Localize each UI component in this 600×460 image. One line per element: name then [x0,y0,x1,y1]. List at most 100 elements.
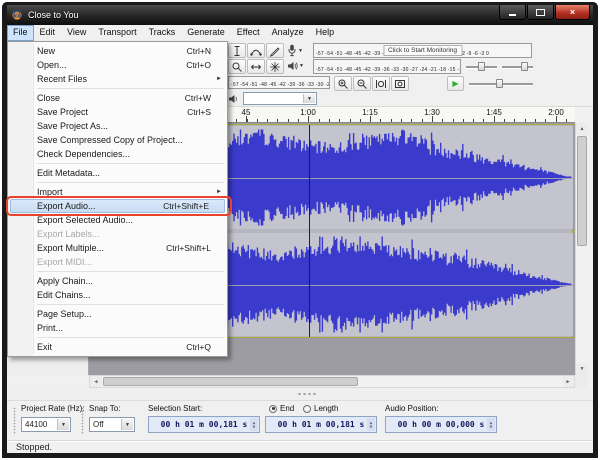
menu-tracks[interactable]: Tracks [143,25,182,41]
snap-to-label: Snap To: [89,404,121,413]
slider-thumb[interactable] [496,79,503,88]
multi-tool-button[interactable] [266,59,284,74]
menu-transport[interactable]: Transport [92,25,142,41]
fit-selection-button[interactable] [372,76,390,91]
envelope-icon [250,49,262,56]
menu-generate[interactable]: Generate [181,25,231,41]
end-radio[interactable]: End [269,404,294,413]
menu-item-label: Export Selected Audio... [37,215,134,225]
ruler-minor-tick [473,119,475,122]
menu-item-edit-chains[interactable]: Edit Chains... [8,288,227,302]
slider-thumb[interactable] [521,62,528,71]
record-meter-menu[interactable]: ▼ [287,44,303,57]
time-spinner[interactable]: ▲ ▼ [367,418,375,431]
snap-to-select[interactable]: Off ▼ [89,417,135,432]
menu-item-import[interactable]: Import ► [8,185,227,199]
length-radio[interactable]: Length [303,404,338,413]
menu-item-print[interactable]: Print... [8,321,227,335]
menu-item-close[interactable]: Close Ctrl+W [8,91,227,105]
menu-item-save-compressed-copy-of-project[interactable]: Save Compressed Copy of Project... [8,133,227,147]
selection-end-field[interactable]: 00 h 01 m 00,181 s ▲ ▼ [265,416,377,433]
menu-item-new[interactable]: New Ctrl+N [8,44,227,58]
menu-item-recent-files[interactable]: Recent Files ► [8,72,227,86]
horizontal-scrollbar[interactable]: ◄ ► [89,375,575,388]
toolbar-gripper[interactable] [81,407,84,435]
fit-project-icon [395,79,405,88]
output-device-select[interactable]: ▼ [243,92,317,105]
menu-analyze[interactable]: Analyze [266,25,310,41]
menu-item-shortcut: Ctrl+Shift+L [166,243,211,253]
ruler-minor-tick [504,119,505,122]
scroll-right-button[interactable]: ► [562,376,574,387]
vertical-scroll-thumb[interactable] [577,136,587,246]
menu-item-edit-metadata[interactable]: Edit Metadata... [8,166,227,180]
menu-item-save-project-as[interactable]: Save Project As... [8,119,227,133]
fit-project-button[interactable] [391,76,409,91]
menu-bar: File Edit View Transport Tracks Generate Effec… [7,25,593,42]
playback-speed-slider[interactable] [468,76,534,91]
zoom-tool-button[interactable] [228,59,246,74]
menu-item-exit[interactable]: Exit Ctrl+Q [8,340,227,354]
titlebar[interactable]: Close to You × [7,5,593,25]
menu-item-label: Import [37,187,63,197]
menu-item-export-selected-audio[interactable]: Export Selected Audio... [8,213,227,227]
envelope-tool-button[interactable] [247,43,265,58]
draw-tool-button[interactable] [266,43,284,58]
input-volume-slider[interactable] [465,59,498,74]
horizontal-scroll-thumb[interactable] [103,377,358,386]
menu-item-label: Print... [37,323,64,333]
scroll-left-button[interactable]: ◄ [90,376,102,387]
ruler-minor-tick [339,119,341,122]
spinner-down-icon: ▼ [369,423,373,429]
menu-item-shortcut: Ctrl+W [184,93,211,103]
playback-meter[interactable]: -57 -54 -51 -48 -45 -42 -39 -36 -33 -30 … [313,59,461,74]
dropdown-arrow-icon: ▼ [299,63,304,69]
menu-item-export-audio[interactable]: Export Audio... Ctrl+Shift+E [6,196,232,216]
ruler-minor-tick [524,119,526,122]
menu-effect[interactable]: Effect [231,25,266,41]
file-menu: New Ctrl+N Open... Ctrl+O Recent Files ► Close… [6,41,232,357]
ruler-minor-tick [390,119,392,122]
ruler-minor-tick [349,119,351,122]
timeshift-tool-button[interactable] [247,59,265,74]
audacity-window: Close to You × File Edit View Transport Trac… [2,2,598,458]
record-meter[interactable]: -57 -54 -51 -48 -45 -42 -39 -36 -33 -30 … [313,43,532,58]
menu-item-export-multiple[interactable]: Export Multiple... Ctrl+Shift+L [8,241,227,255]
menu-item-page-setup[interactable]: Page Setup... [8,307,227,321]
time-spinner[interactable]: ▲ ▼ [250,418,258,431]
selection-tool-button[interactable] [228,43,246,58]
zoom-out-icon [357,79,367,89]
menu-item-label: Edit Metadata... [37,168,101,178]
maximize-button[interactable] [527,5,554,20]
menu-item-open[interactable]: Open... Ctrl+O [8,58,227,72]
zoom-in-button[interactable] [334,76,352,91]
end-radio-label: End [280,404,295,413]
menu-file[interactable]: File [7,25,34,41]
scroll-down-button[interactable]: ▼ [576,363,588,375]
menu-item-check-dependencies[interactable]: Check Dependencies... [8,147,227,161]
menu-item-apply-chain[interactable]: Apply Chain... [8,274,227,288]
minimize-button[interactable] [499,5,526,20]
audio-position-field[interactable]: 00 h 00 m 00,000 s ▲ ▼ [385,416,497,433]
selection-start-field[interactable]: 00 h 01 m 00,181 s ▲ ▼ [148,416,260,433]
menu-help[interactable]: Help [310,25,341,41]
zoom-out-button[interactable] [353,76,371,91]
ruler-minor-tick [565,119,567,122]
slider-thumb[interactable] [478,62,485,71]
monitoring-button[interactable]: Click to Start Monitoring [383,45,462,56]
time-spinner[interactable]: ▲ ▼ [487,418,495,431]
scroll-up-button[interactable]: ▲ [576,123,588,135]
toolbar-gripper[interactable] [13,407,16,435]
ruler-minor-tick [421,119,423,122]
project-rate-label: Project Rate (Hz): [21,404,85,413]
close-button[interactable]: × [555,5,590,20]
output-volume-slider[interactable] [501,59,534,74]
vertical-scrollbar[interactable]: ▲ ▼ [575,123,588,375]
project-rate-select[interactable]: 44100 ▼ [21,417,71,432]
playback-meter-menu[interactable]: ▼ [287,60,304,72]
menu-item-save-project[interactable]: Save Project Ctrl+S [8,105,227,119]
menu-view[interactable]: View [61,25,92,41]
menu-edit[interactable]: Edit [34,25,62,41]
play-at-speed-button[interactable]: ▶ [447,76,464,91]
menu-item-shortcut: Ctrl+Q [186,342,211,352]
